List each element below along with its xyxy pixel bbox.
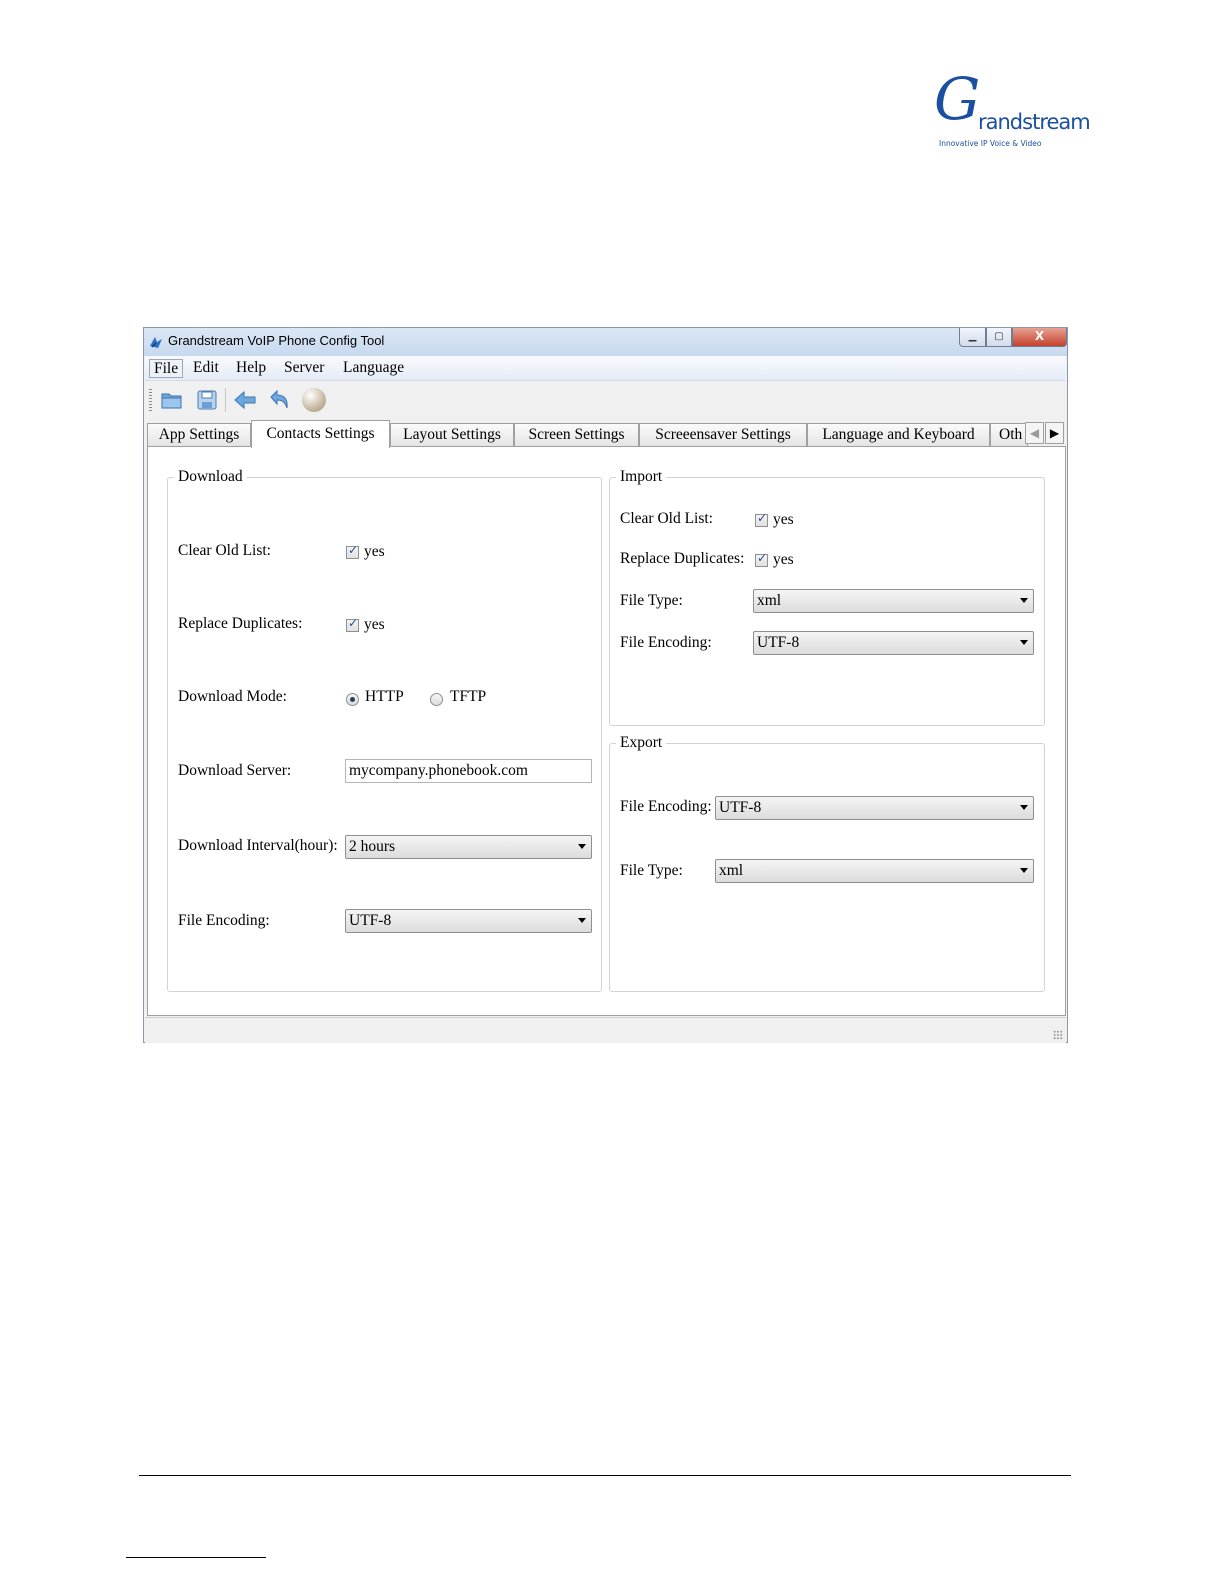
import-group: Import Clear Old List: yes Replace Dupli…: [609, 467, 1045, 726]
download-clear-old-list-label: Clear Old List:: [178, 542, 271, 559]
toolbar-grip[interactable]: [149, 389, 152, 411]
app-icon: [150, 337, 162, 348]
tab-layout-settings[interactable]: Layout Settings: [390, 423, 514, 447]
maximize-button[interactable]: ▢: [986, 328, 1012, 347]
import-replace-duplicates-text: yes: [773, 551, 794, 568]
minimize-button[interactable]: ▁: [959, 328, 986, 347]
tab-screen-settings[interactable]: Screen Settings: [514, 423, 639, 447]
config-tool-window: Grandstream VoIP Phone Config Tool ▁ ▢ X…: [143, 327, 1068, 1043]
import-replace-duplicates-label: Replace Duplicates:: [620, 550, 745, 567]
tab-screensaver-settings[interactable]: Screeensaver Settings: [639, 423, 807, 447]
resize-grip[interactable]: [1053, 1030, 1063, 1040]
open-folder-icon[interactable]: [160, 389, 184, 411]
download-group: Download Clear Old List: yes Replace Dup…: [167, 467, 602, 992]
download-replace-duplicates-checkbox[interactable]: [346, 616, 359, 632]
menu-edit[interactable]: Edit: [189, 359, 223, 378]
chevron-left-icon: ◀: [1029, 426, 1040, 440]
export-encoding-label: File Encoding:: [620, 798, 712, 815]
export-legend: Export: [616, 733, 667, 753]
download-clear-old-list-text: yes: [364, 543, 385, 560]
logo-tagline: Innovative IP Voice & Video: [939, 139, 1042, 148]
contacts-settings-panel: Download Clear Old List: yes Replace Dup…: [147, 446, 1066, 1016]
import-encoding-value: UTF-8: [757, 634, 800, 651]
export-file-type-select[interactable]: xml: [715, 859, 1034, 883]
download-legend: Download: [174, 467, 247, 487]
tab-contacts-settings[interactable]: Contacts Settings: [251, 420, 390, 448]
menu-file[interactable]: File: [149, 359, 184, 378]
download-server-label: Download Server:: [178, 762, 292, 779]
toolbar-separator: [225, 388, 226, 412]
save-icon[interactable]: [195, 389, 219, 411]
tab-scroll-right-button[interactable]: ▶: [1045, 422, 1064, 444]
download-mode-http-text: HTTP: [365, 688, 404, 705]
menu-bar: File Edit Help Server Language: [145, 356, 1066, 381]
sphere-icon[interactable]: [301, 387, 327, 413]
tab-language-and-keyboard[interactable]: Language and Keyboard: [807, 423, 990, 447]
download-mode-tftp-text: TFTP: [450, 688, 487, 705]
import-replace-duplicates-checkbox[interactable]: [755, 551, 768, 567]
export-file-type-label: File Type:: [620, 862, 683, 879]
download-interval-label: Download Interval(hour):: [178, 837, 338, 854]
import-file-type-select[interactable]: xml: [753, 589, 1034, 613]
import-clear-old-list-checkbox[interactable]: [755, 511, 768, 527]
tab-app-settings[interactable]: App Settings: [147, 423, 251, 447]
export-encoding-value: UTF-8: [719, 799, 762, 816]
menu-help[interactable]: Help: [232, 359, 270, 378]
dropdown-arrow-icon: [1020, 598, 1028, 603]
download-replace-duplicates-text: yes: [364, 616, 385, 633]
import-encoding-select[interactable]: UTF-8: [753, 631, 1034, 655]
close-button[interactable]: X: [1012, 328, 1067, 347]
download-mode-http-radio[interactable]: [346, 693, 359, 706]
download-encoding-label: File Encoding:: [178, 912, 270, 929]
footer-divider: [139, 1475, 1071, 1476]
download-interval-value: 2 hours: [349, 838, 396, 855]
undo-icon[interactable]: [267, 389, 291, 411]
dropdown-arrow-icon: [1020, 640, 1028, 645]
menu-server[interactable]: Server: [280, 359, 328, 378]
download-encoding-value: UTF-8: [349, 912, 392, 929]
logo-wordmark: randstream: [978, 110, 1091, 134]
download-encoding-select[interactable]: UTF-8: [345, 909, 592, 933]
title-bar[interactable]: Grandstream VoIP Phone Config Tool ▁ ▢ X: [144, 328, 1067, 356]
tab-other[interactable]: Oth: [990, 423, 1028, 447]
tab-scroll-left-button[interactable]: ◀: [1025, 422, 1044, 444]
menu-language[interactable]: Language: [339, 359, 408, 378]
chevron-right-icon: ▶: [1049, 426, 1060, 440]
download-mode-tftp-radio[interactable]: [430, 693, 443, 706]
download-mode-label: Download Mode:: [178, 688, 287, 705]
download-replace-duplicates-label: Replace Duplicates:: [178, 615, 303, 632]
dropdown-arrow-icon: [578, 918, 586, 923]
import-encoding-label: File Encoding:: [620, 634, 712, 651]
dropdown-arrow-icon: [1020, 805, 1028, 810]
export-encoding-select[interactable]: UTF-8: [715, 796, 1034, 820]
logo-initial: G: [934, 65, 981, 133]
export-group: Export File Encoding: UTF-8 File Type: x…: [609, 733, 1045, 992]
download-clear-old-list-checkbox[interactable]: [346, 543, 359, 559]
dropdown-arrow-icon: [1020, 868, 1028, 873]
back-arrow-icon[interactable]: [233, 389, 257, 411]
grandstream-logo: G randstream Innovative IP Voice & Video: [934, 70, 1091, 150]
window-title: Grandstream VoIP Phone Config Tool: [168, 333, 385, 348]
import-file-type-value: xml: [757, 592, 782, 609]
import-clear-old-list-text: yes: [773, 511, 794, 528]
status-bar: [145, 1017, 1066, 1043]
export-file-type-value: xml: [719, 862, 744, 879]
import-file-type-label: File Type:: [620, 592, 683, 609]
import-clear-old-list-label: Clear Old List:: [620, 510, 713, 527]
tab-strip: App Settings Contacts Settings Layout Se…: [145, 420, 1066, 448]
toolbar: [145, 381, 1066, 417]
dropdown-arrow-icon: [578, 844, 586, 849]
download-interval-select[interactable]: 2 hours: [345, 835, 592, 859]
import-legend: Import: [616, 467, 667, 487]
download-server-input[interactable]: mycompany.phonebook.com: [345, 759, 592, 783]
footnote-divider: [126, 1557, 266, 1558]
